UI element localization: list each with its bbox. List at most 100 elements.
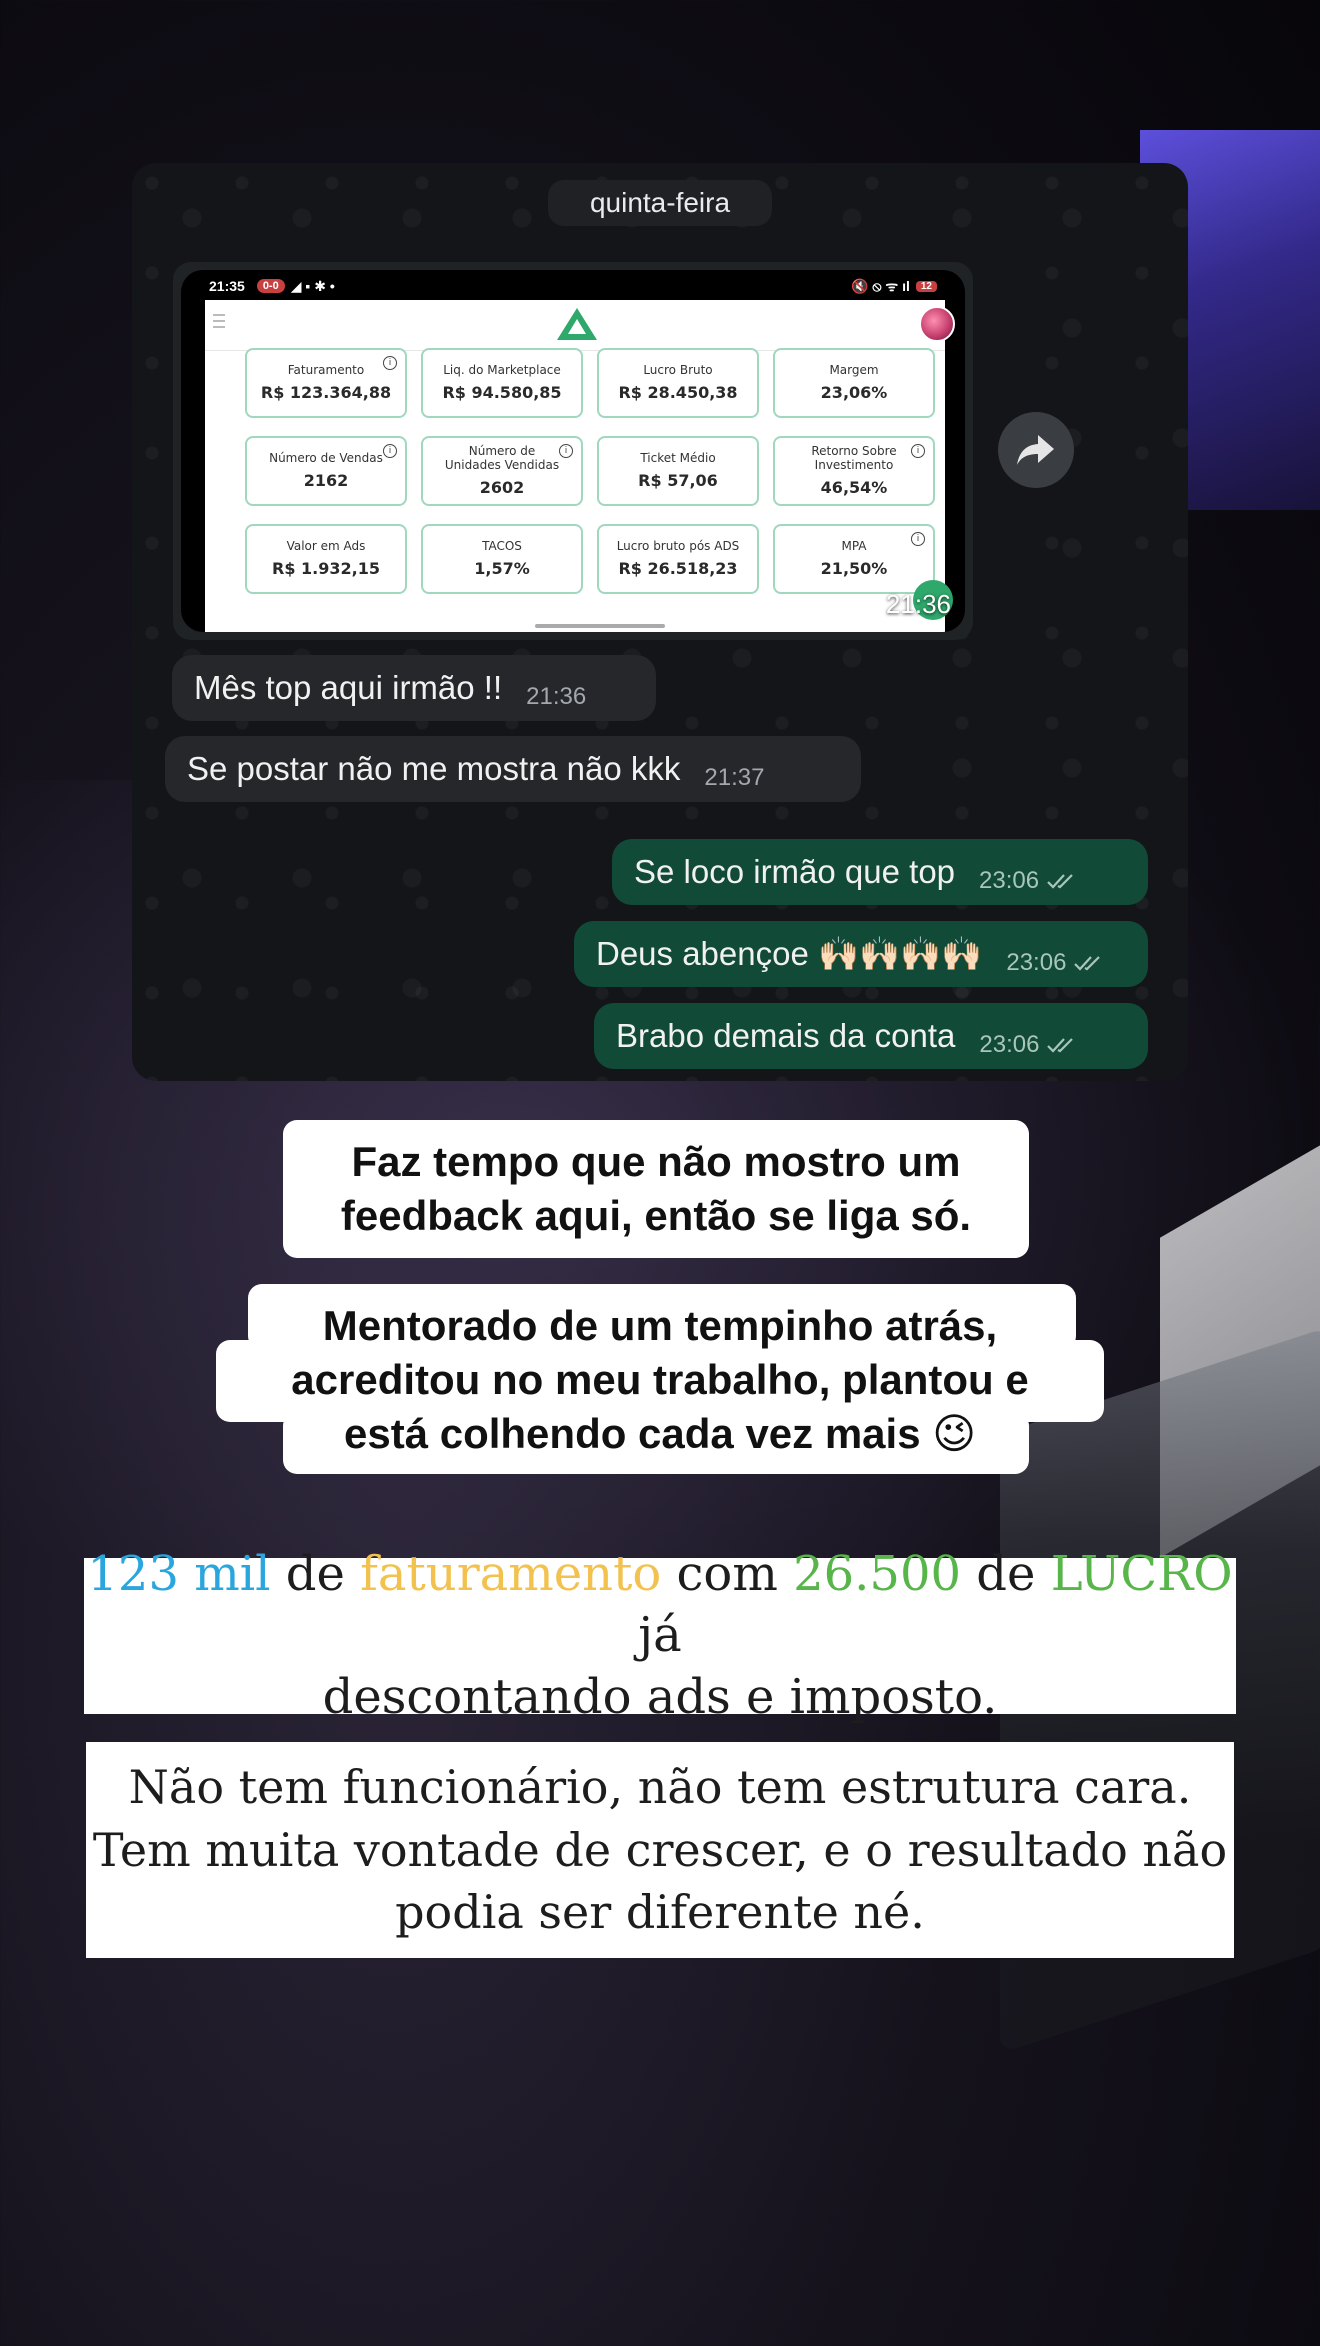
text-de-2: de <box>961 1545 1051 1602</box>
caption-results: 123 mil de faturamento com 26.500 de LUC… <box>84 1546 1236 1725</box>
revenue-amount: 123 mil <box>87 1545 271 1602</box>
metric-label: Lucro bruto pós ADS <box>616 538 740 553</box>
info-icon[interactable]: i <box>383 356 397 370</box>
metric-label: Margem <box>829 362 879 377</box>
forward-button[interactable] <box>998 412 1074 488</box>
info-icon[interactable]: i <box>559 444 573 458</box>
message-time: 23:06 <box>979 867 1077 895</box>
metric-card: Liq. do Marketplace R$ 94.580,85 <box>421 348 583 418</box>
dashboard-app: Faturamento R$ 123.364,88 i Liq. do Marketp… <box>205 300 955 632</box>
caption-mentee-line1: Mentorado de um tempinho atrás, <box>322 1302 998 1350</box>
metric-value: 21,50% <box>820 559 888 579</box>
metric-card: Lucro bruto pós ADS R$ 26.518,23 <box>597 524 759 594</box>
message-text: Mês top aqui irmão !! <box>194 669 503 706</box>
metric-label: Número de Unidades Vendidas <box>444 444 560 472</box>
caption-closing: Não tem funcionário, não tem estrutura c… <box>86 1742 1234 1958</box>
caption-intro: Faz tempo que não mostro um feedback aqu… <box>283 1120 1029 1258</box>
message-text: Se loco irmão que top <box>634 853 956 890</box>
metric-label: Ticket Médio <box>640 450 716 465</box>
message-time-text: 23:06 <box>1006 949 1067 976</box>
caption-mentee-text: Mentorado de um tempinho atrás, acredito… <box>216 1290 1104 1470</box>
caption-results-line1: 123 mil de faturamento com 26.500 de LUC… <box>84 1544 1236 1667</box>
battery-icon: 12 <box>915 280 937 292</box>
incoming-message[interactable]: Mês top aqui irmão !! 21:36 <box>172 655 656 721</box>
avatar <box>919 306 955 342</box>
metric-value: 46,54% <box>820 477 888 497</box>
notification-icons: ◢ ▪ ✱ • <box>290 277 335 294</box>
read-receipt-icon <box>1047 874 1073 889</box>
metric-card: Ticket Médio R$ 57,06 <box>597 436 759 506</box>
metric-label: Faturamento <box>287 362 365 377</box>
info-icon[interactable]: i <box>911 444 925 458</box>
shared-screenshot: 21:35 0-0 ◢ ▪ ✱ • 🔇 ⦸ ᯤ ıl 12 Faturament… <box>181 270 965 632</box>
text-com: com <box>661 1545 794 1602</box>
metric-label: Liq. do Marketplace <box>443 362 561 377</box>
metric-card: TACOS 1,57% <box>421 524 583 594</box>
dashboard-header <box>205 300 955 351</box>
metric-label: MPA <box>841 538 867 553</box>
caption-mentee-line2: acreditou no meu trabalho, plantou e <box>291 1356 1029 1404</box>
metric-label: Lucro Bruto <box>643 362 713 377</box>
metric-card: Valor em Ads R$ 1.932,15 <box>245 524 407 594</box>
message-time: 23:06 <box>1006 949 1104 977</box>
metric-card: MPA 21,50% i <box>773 524 935 594</box>
forward-icon <box>1017 435 1054 465</box>
message-time-text: 23:06 <box>979 1031 1040 1058</box>
info-icon[interactable]: i <box>383 444 397 458</box>
message-text: Deus abençoe 🙌🏻🙌🏻🙌🏻🙌🏻 <box>596 934 983 972</box>
text-ja: já <box>638 1607 682 1664</box>
message-time-text: 21:36 <box>526 683 587 710</box>
metrics-grid: Faturamento R$ 123.364,88 i Liq. do Marketp… <box>245 348 935 594</box>
image-timestamp: 21:36 <box>885 589 951 619</box>
metric-value: R$ 26.518,23 <box>618 559 738 579</box>
message-time: 21:37 <box>704 764 764 792</box>
menu-icon <box>213 314 225 328</box>
logo-icon <box>557 308 597 340</box>
metric-label: TACOS <box>482 538 522 553</box>
metric-value: R$ 57,06 <box>638 471 718 491</box>
status-time: 21:35 <box>209 278 245 294</box>
metric-value: R$ 1.932,15 <box>272 559 380 579</box>
metric-value: R$ 94.580,85 <box>442 383 562 403</box>
message-text: Se postar não me mostra não kkk <box>187 750 681 787</box>
signal-icons: 🔇 ⦸ ᯤ ıl <box>851 277 910 294</box>
profit-amount: 26.500 <box>793 1545 962 1602</box>
status-score-pill: 0-0 <box>256 279 285 293</box>
date-separator: quinta-feira <box>548 180 772 226</box>
read-receipt-icon <box>1047 1038 1074 1053</box>
message-time: 21:36 <box>526 683 586 711</box>
incoming-message[interactable]: Se postar não me mostra não kkk 21:37 <box>165 736 861 802</box>
metric-card: Margem 23,06% <box>773 348 935 418</box>
metric-card: Retorno Sobre Investimento 46,54% i <box>773 436 935 506</box>
outgoing-message[interactable]: Brabo demais da conta 23:06 <box>594 1003 1148 1069</box>
caption-closing-line2: Tem muita vontade de crescer, e o result… <box>92 1822 1228 1877</box>
message-text: Brabo demais da conta <box>616 1017 956 1054</box>
image-message[interactable]: 21:35 0-0 ◢ ▪ ✱ • 🔇 ⦸ ᯤ ıl 12 Faturament… <box>173 262 973 640</box>
outgoing-message[interactable]: Se loco irmão que top 23:06 <box>612 839 1148 905</box>
status-bar: 21:35 0-0 ◢ ▪ ✱ • 🔇 ⦸ ᯤ ıl 12 <box>209 274 937 298</box>
message-time-text: 23:06 <box>979 867 1040 894</box>
metric-value: 2162 <box>303 471 349 491</box>
metric-card: Número de Unidades Vendidas 2602 i <box>421 436 583 506</box>
profit-word: LUCRO <box>1050 1545 1233 1602</box>
metric-card: Lucro Bruto R$ 28.450,38 <box>597 348 759 418</box>
metric-label: Retorno Sobre Investimento <box>811 444 897 472</box>
metric-value: 2602 <box>479 477 525 497</box>
outgoing-message[interactable]: Deus abençoe 🙌🏻🙌🏻🙌🏻🙌🏻 23:06 <box>574 921 1148 987</box>
metric-label: Número de Vendas <box>269 450 383 465</box>
caption-closing-line1: Não tem funcionário, não tem estrutura c… <box>128 1760 1192 1815</box>
info-icon[interactable]: i <box>911 532 925 546</box>
caption-intro-line2: feedback aqui, então se liga só. <box>340 1192 972 1239</box>
text-de: de <box>270 1545 361 1602</box>
revenue-word: faturamento <box>360 1545 662 1602</box>
caption-results-line2: descontando ads e imposto. <box>322 1668 998 1725</box>
message-time: 23:06 <box>979 1031 1077 1059</box>
message-time-text: 21:37 <box>704 764 765 791</box>
metric-value: R$ 28.450,38 <box>618 383 738 403</box>
metric-value: 23,06% <box>820 383 888 403</box>
caption-mentee-line3: está colhendo cada vez mais 😉 <box>343 1409 977 1457</box>
home-indicator <box>535 624 665 628</box>
caption-closing-line3: podia ser diferente né. <box>395 1885 925 1940</box>
metric-card: Número de Vendas 2162 i <box>245 436 407 506</box>
read-receipt-icon <box>1074 956 1101 971</box>
